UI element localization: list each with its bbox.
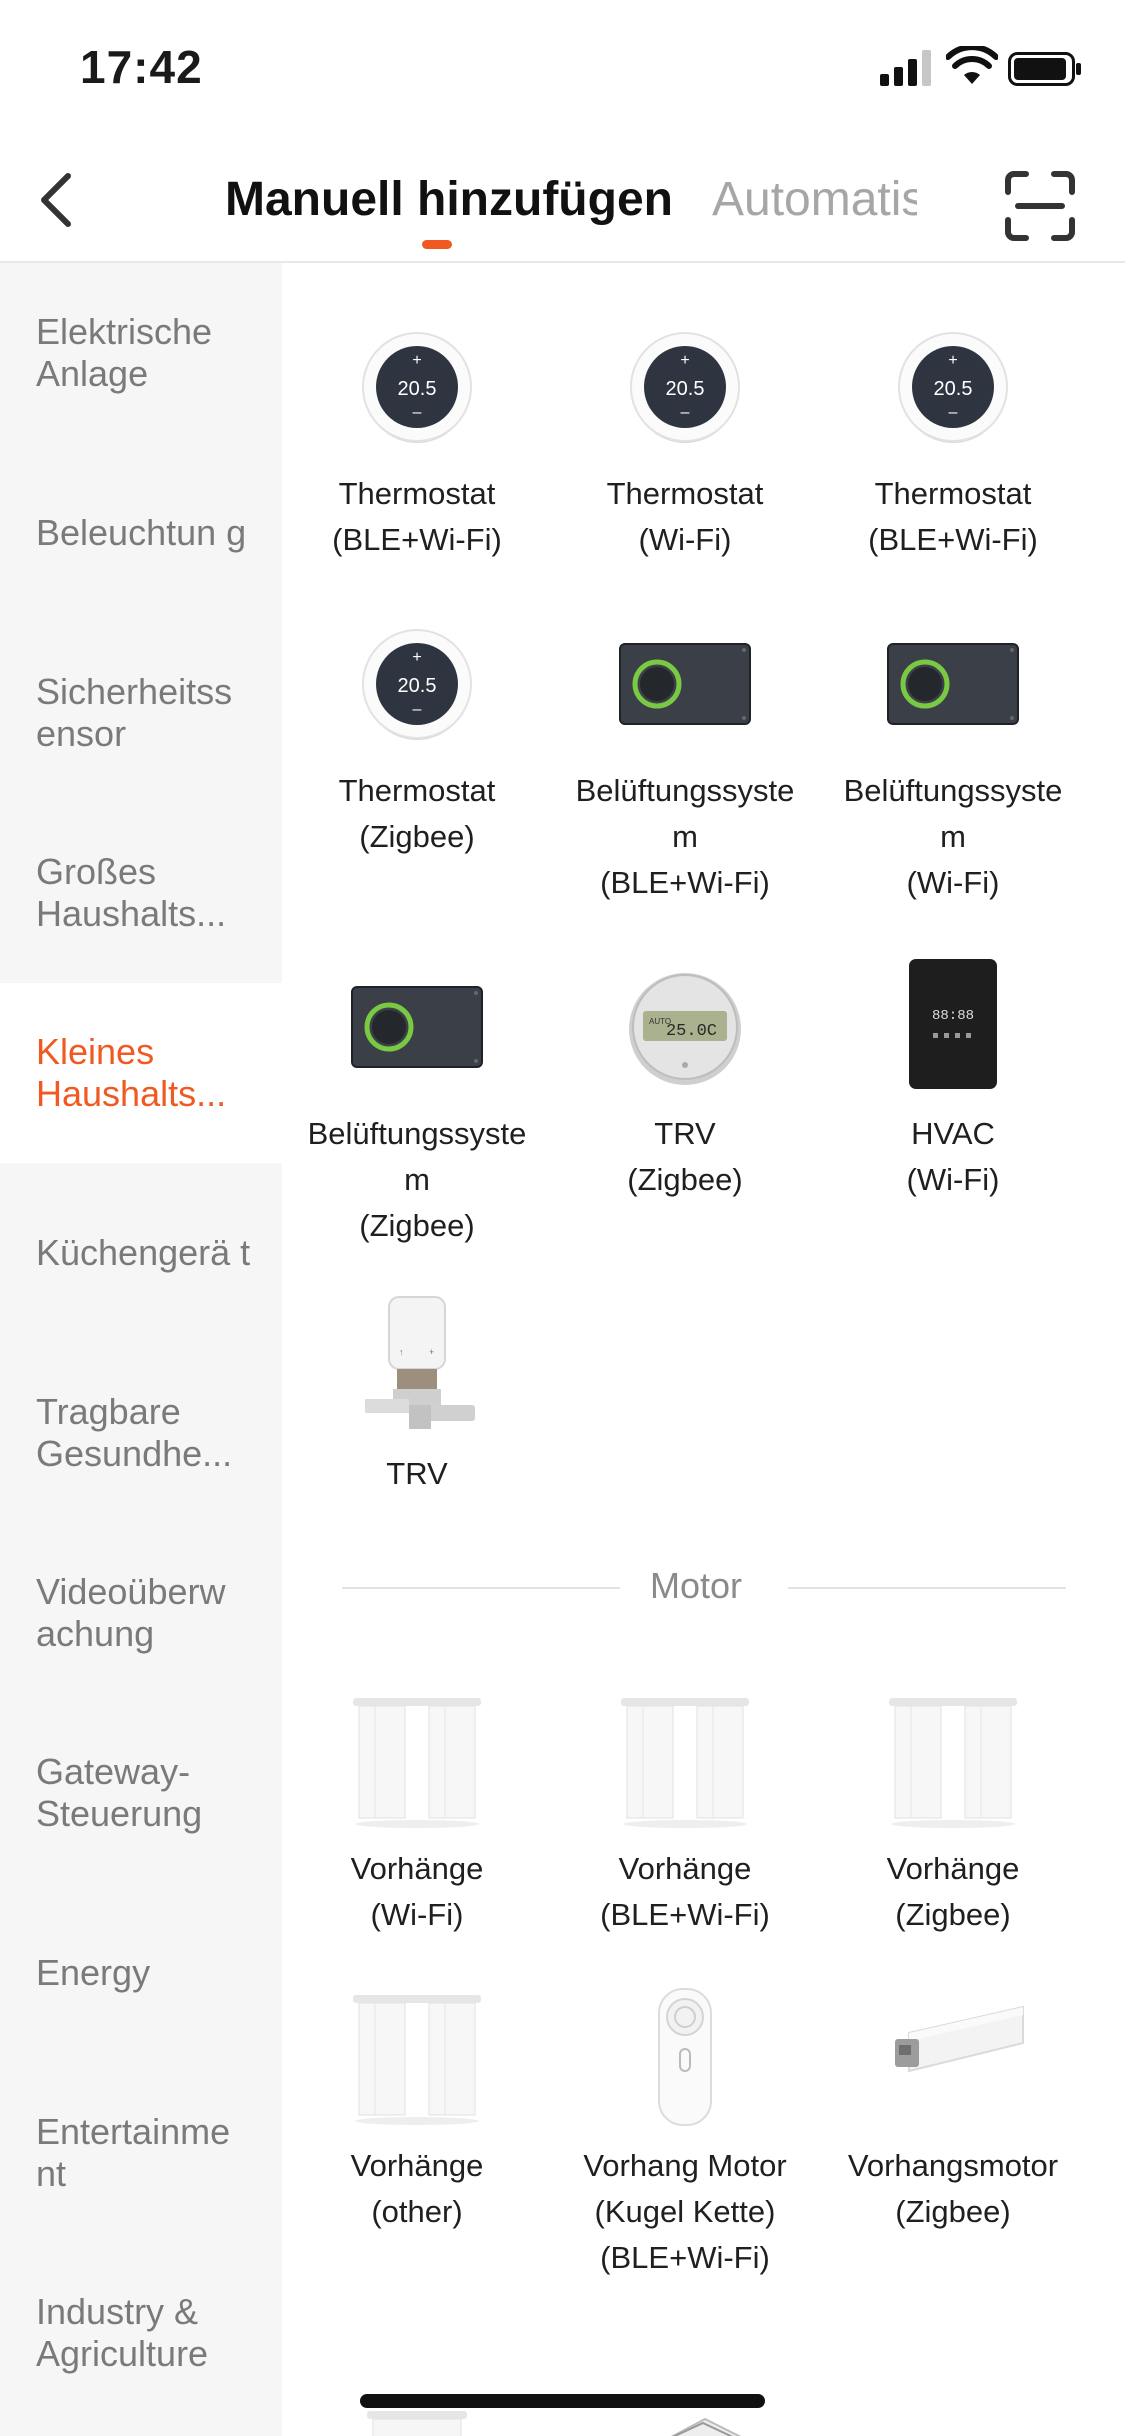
device-label: Vorhänge (other) bbox=[350, 2148, 484, 2229]
back-arrow-icon[interactable] bbox=[36, 170, 76, 230]
svg-text:+: + bbox=[412, 352, 421, 369]
scan-qr-icon[interactable] bbox=[1004, 170, 1076, 242]
curtain-icon bbox=[605, 1688, 765, 1838]
sidebar-item-tragbare-gesundheit[interactable]: Tragbare Gesundhe... bbox=[0, 1343, 282, 1523]
device-ventilation-zigbee[interactable]: Belüftungssyste m (Zigbee) bbox=[282, 953, 552, 1249]
svg-text:–: – bbox=[413, 404, 422, 421]
svg-text:20.5: 20.5 bbox=[666, 378, 705, 400]
svg-text:–: – bbox=[681, 404, 690, 421]
curtain-icon bbox=[337, 1985, 497, 2135]
active-tab-indicator bbox=[422, 240, 452, 249]
chain-motor-icon bbox=[605, 1985, 765, 2135]
svg-text:20.5: 20.5 bbox=[934, 378, 973, 400]
svg-text:↑: ↑ bbox=[399, 1347, 404, 1357]
top-nav: Manuell hinzufügen Automatis bbox=[0, 130, 1125, 263]
svg-text:+: + bbox=[948, 352, 957, 369]
device-label: Thermostat (BLE+Wi-Fi) bbox=[332, 476, 502, 557]
sidebar-item-industry-agriculture[interactable]: Industry & Agriculture bbox=[0, 2243, 282, 2423]
svg-text:+: + bbox=[412, 649, 421, 666]
device-ventilation-wifi[interactable]: Belüftungssyste m (Wi-Fi) bbox=[818, 610, 1088, 906]
svg-text:20.5: 20.5 bbox=[398, 378, 437, 400]
device-curtain-wifi[interactable]: Vorhänge (Wi-Fi) bbox=[282, 1688, 552, 1938]
thermostat-icon: + 20.5 – bbox=[873, 313, 1033, 463]
device-label: TRV bbox=[386, 1456, 448, 1491]
sidebar-item-beleuchtung[interactable]: Beleuchtun g bbox=[0, 443, 282, 623]
device-label: HVAC (Wi-Fi) bbox=[906, 1116, 1000, 1197]
curtain-icon bbox=[337, 1688, 497, 1838]
tab-manual-add[interactable]: Manuell hinzufügen bbox=[225, 172, 673, 227]
cellular-signal-icon bbox=[880, 50, 931, 86]
device-partial-2[interactable] bbox=[550, 2323, 820, 2436]
sidebar-item-kleines-haushalt[interactable]: Kleines Haushalts... bbox=[0, 983, 282, 1163]
home-indicator bbox=[360, 2394, 765, 2408]
device-trv[interactable]: ↑ + TRV bbox=[282, 1293, 552, 1497]
window-opener-icon bbox=[605, 2323, 765, 2436]
ventilation-icon bbox=[342, 953, 492, 1103]
device-curtain-chain-motor[interactable]: Vorhang Motor (Kugel Kette) (BLE+Wi-Fi) bbox=[550, 1985, 820, 2281]
svg-text:–: – bbox=[949, 404, 958, 421]
device-partial-1[interactable] bbox=[282, 2323, 552, 2436]
device-trv-zigbee[interactable]: AUTO 25.0C TRV (Zigbee) bbox=[550, 953, 820, 1203]
sidebar-item-grosses-haushalt[interactable]: Großes Haushalts... bbox=[0, 803, 282, 983]
device-label: Vorhangsmotor (Zigbee) bbox=[847, 2148, 1059, 2229]
rail-motor-icon bbox=[873, 1985, 1033, 2135]
svg-text:–: – bbox=[413, 701, 422, 718]
device-label: TRV (Zigbee) bbox=[627, 1116, 743, 1197]
sidebar-item-entertainment[interactable]: Entertainme nt bbox=[0, 2063, 282, 2243]
svg-text:+: + bbox=[429, 1347, 434, 1357]
device-label: Thermostat (Zigbee) bbox=[338, 773, 496, 854]
tab-auto-scan[interactable]: Automatis bbox=[712, 172, 917, 227]
status-bar: 17:42 bbox=[0, 0, 1125, 130]
device-label: Belüftungssyste m (BLE+Wi-Fi) bbox=[575, 773, 795, 900]
category-sidebar: Elektrische Anlage Beleuchtun g Sicherhe… bbox=[0, 263, 282, 2436]
device-ventilation-ble-wifi[interactable]: Belüftungssyste m (BLE+Wi-Fi) bbox=[550, 610, 820, 906]
device-label: Belüftungssyste m (Wi-Fi) bbox=[843, 773, 1063, 900]
device-label: Vorhänge (Wi-Fi) bbox=[350, 1851, 484, 1932]
device-thermostat-ble-wifi-2[interactable]: + 20.5 – Thermostat (BLE+Wi-Fi) bbox=[818, 313, 1088, 563]
sidebar-item-elektrische-anlage[interactable]: Elektrische Anlage bbox=[0, 263, 282, 443]
status-time: 17:42 bbox=[80, 41, 203, 93]
device-thermostat-zigbee[interactable]: + 20.5 – Thermostat (Zigbee) bbox=[282, 610, 552, 860]
device-label: Vorhänge (BLE+Wi-Fi) bbox=[600, 1851, 770, 1932]
svg-text:25.0C: 25.0C bbox=[666, 1022, 717, 1041]
battery-icon bbox=[1008, 52, 1081, 86]
device-label: Vorhänge (Zigbee) bbox=[886, 1851, 1020, 1932]
sidebar-item-kuechengeraet[interactable]: Küchengerä t bbox=[0, 1163, 282, 1343]
device-thermostat-ble-wifi[interactable]: + 20.5 – Thermostat (BLE+Wi-Fi) bbox=[282, 313, 552, 563]
sidebar-item-sicherheitssensor[interactable]: Sicherheitss ensor bbox=[0, 623, 282, 803]
curtain-icon bbox=[873, 1688, 1033, 1838]
ventilation-icon bbox=[610, 610, 760, 760]
device-label: Belüftungssyste m (Zigbee) bbox=[307, 1116, 527, 1243]
thermostat-icon: + 20.5 – bbox=[605, 313, 765, 463]
partial-device-icon bbox=[337, 2323, 497, 2436]
section-divider-left bbox=[342, 1587, 620, 1589]
trv-valve-icon: ↑ + bbox=[337, 1293, 497, 1443]
device-label: Thermostat (BLE+Wi-Fi) bbox=[868, 476, 1038, 557]
device-rail-motor-zigbee[interactable]: Vorhangsmotor (Zigbee) bbox=[818, 1985, 1088, 2235]
device-curtain-ble-wifi[interactable]: Vorhänge (BLE+Wi-Fi) bbox=[550, 1688, 820, 1938]
wifi-icon bbox=[946, 46, 998, 84]
section-title-motor: Motor bbox=[650, 1565, 743, 1606]
device-thermostat-wifi[interactable]: + 20.5 – Thermostat (Wi-Fi) bbox=[550, 313, 820, 563]
svg-text:88:88: 88:88 bbox=[932, 1008, 974, 1024]
thermostat-icon: + 20.5 – bbox=[337, 610, 497, 760]
device-curtain-other[interactable]: Vorhänge (other) bbox=[282, 1985, 552, 2235]
sidebar-item-videoueberwachung[interactable]: Videoüberw achung bbox=[0, 1523, 282, 1703]
svg-text:+: + bbox=[680, 352, 689, 369]
sidebar-item-gateway-steuerung[interactable]: Gateway- Steuerung bbox=[0, 1703, 282, 1883]
device-label: Vorhang Motor (Kugel Kette) (BLE+Wi-Fi) bbox=[583, 2148, 787, 2275]
trv-dial-icon: AUTO 25.0C bbox=[605, 953, 765, 1103]
hvac-icon: 88:88 bbox=[873, 953, 1033, 1103]
device-hvac-wifi[interactable]: 88:88 HVAC (Wi-Fi) bbox=[818, 953, 1088, 1203]
sidebar-item-energy[interactable]: Energy bbox=[0, 1883, 282, 2063]
device-curtain-zigbee[interactable]: Vorhänge (Zigbee) bbox=[818, 1688, 1088, 1938]
device-grid: + 20.5 – Thermostat (BLE+Wi-Fi) + 20.5 –… bbox=[282, 263, 1125, 2436]
thermostat-icon: + 20.5 – bbox=[337, 313, 497, 463]
device-label: Thermostat (Wi-Fi) bbox=[606, 476, 764, 557]
ventilation-icon bbox=[878, 610, 1028, 760]
svg-text:20.5: 20.5 bbox=[398, 675, 437, 697]
section-divider-right bbox=[788, 1587, 1066, 1589]
